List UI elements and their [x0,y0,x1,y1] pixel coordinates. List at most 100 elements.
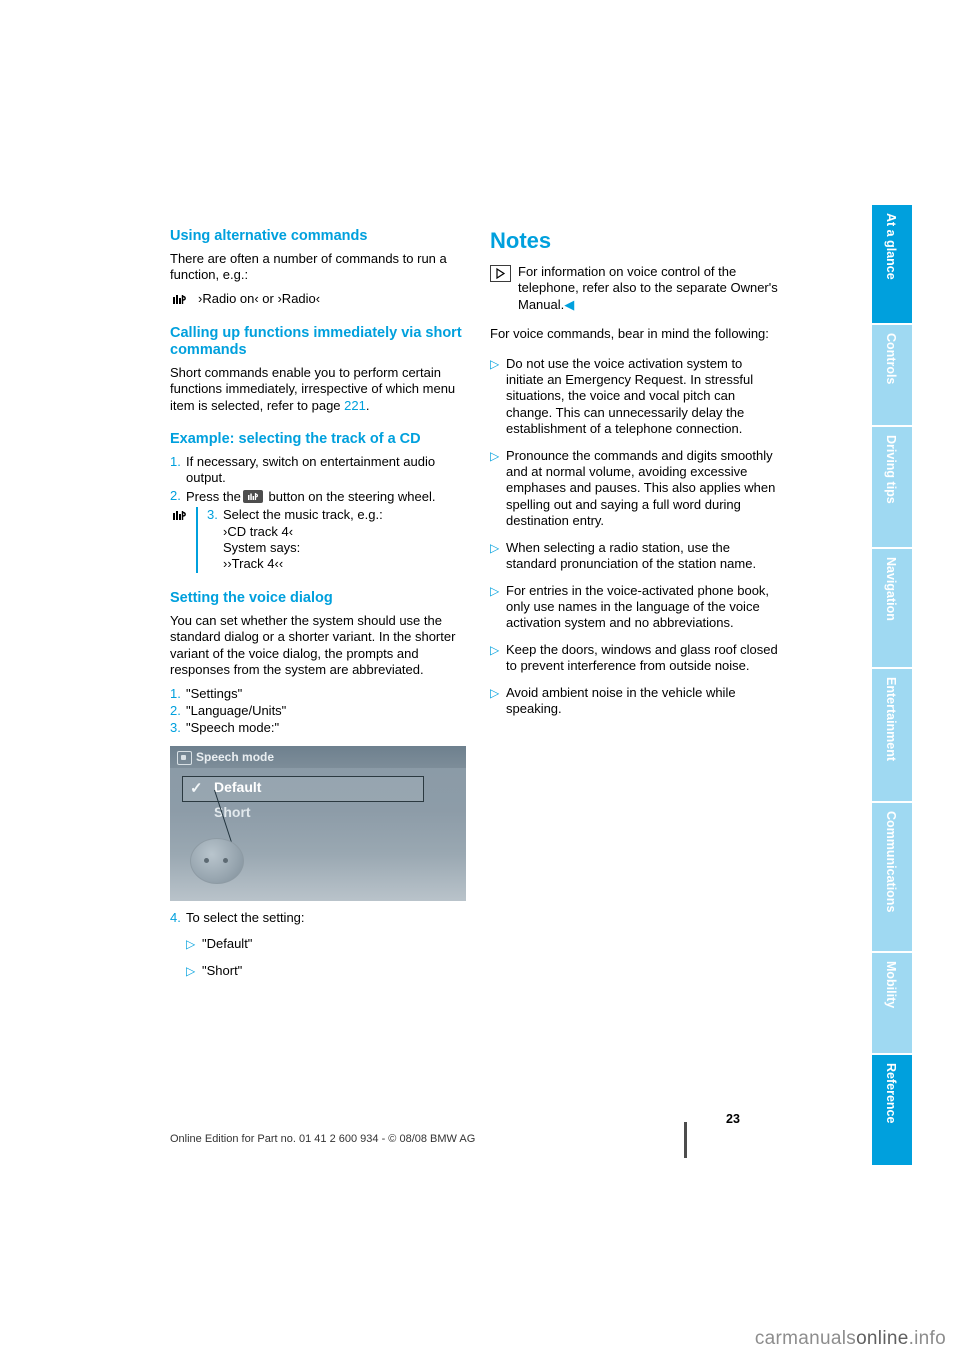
manual-page: At a glance Controls Driving tips Naviga… [0,0,960,1358]
chapter-tab-driving-tips[interactable]: Driving tips [872,427,912,547]
chapter-tab-label: Controls [884,333,898,385]
left-column: Using alternative commands There are oft… [170,228,466,980]
step-number: 3. [207,507,218,523]
screen-titlebar: Speech mode [170,745,466,768]
step-text: "Language/Units" [186,702,287,718]
chapter-tab-at-a-glance[interactable]: At a glance [872,205,912,323]
voice-command-icon [170,508,191,526]
step-text-before-icon: Press the [186,488,241,504]
note-bullet-1: ▷ Do not use the voice activation system… [490,356,782,438]
paragraph-voice-dialog: You can set whether the system should us… [170,612,456,678]
idrive-controller-knob [190,837,244,884]
step-number: 1. [170,685,181,701]
note-end-arrow-icon: ◀ [564,296,575,312]
watermark-part-2: online [856,1328,909,1349]
note-box-body: For information on voice control of the … [518,264,778,312]
heading-short-commands: Calling up functions immediately via sho… [170,324,462,358]
short-commands-text-1: Short commands enable you to perform cer… [170,364,456,413]
chapter-tab-mobility[interactable]: Mobility [872,953,912,1053]
alternative-command-text: ›Radio on‹ or ›Radio‹ [198,290,321,306]
heading-example-select-track: Example: selecting the track of a CD [170,431,421,448]
bullet-icon: ▷ [490,356,500,371]
alternative-command-example: ›Radio on‹ or ›Radio‹ [170,290,466,309]
step-text: If necessary, switch on entertainment au… [186,454,436,486]
chapter-tab-label: At a glance [884,213,898,280]
example-step-2: 2. Press the button on the steering whee… [170,488,466,505]
heading-setting-voice-dialog: Setting the voice dialog [170,589,333,606]
chapter-tab-navigation[interactable]: Navigation [872,549,912,667]
example-step-1: 1. If necessary, switch on entertainment… [170,454,466,487]
note-bullet-4: ▷ For entries in the voice-activated pho… [490,583,782,632]
bullet-text: Do not use the voice activation system t… [506,355,754,437]
bullet-icon: ▷ [490,642,500,657]
note-bullet-2: ▷ Pronounce the commands and digits smoo… [490,448,782,530]
step-text: Press the button on the steering wheel. [186,488,466,505]
dialog-step-2: 2. "Language/Units" [170,703,466,719]
screen-title: Speech mode [196,749,275,764]
step-text-after-icon: button on the steering wheel. [268,488,436,504]
chapter-tab-label: Mobility [884,961,898,1009]
page-reference-link[interactable]: 221 [344,398,366,413]
bullet-icon: ▷ [186,937,196,952]
step-number: 2. [170,487,181,503]
step-number: 1. [170,454,181,470]
chapter-tab-controls[interactable]: Controls [872,325,912,425]
screen-option-default: Default [214,778,262,795]
note-triangle-icon [490,265,511,282]
step-text: "Settings" [186,685,243,701]
voice-command-icon-wrap [170,507,196,573]
step-3-line-1: ›CD track 4‹ [223,523,294,539]
chapter-tab-communications[interactable]: Communications [872,803,912,951]
example-step-3-block: 3. Select the music track, e.g.: ›CD trac… [170,507,466,573]
dialog-step-4-option-short: ▷ "Short" [170,963,466,979]
option-text: "Short" [202,962,243,978]
chapter-tab-entertainment[interactable]: Entertainment [872,669,912,801]
watermark: carmanualsonline.info [755,1328,946,1350]
watermark-part-1: carmanuals [754,1328,857,1349]
bullet-text: When selecting a radio station, use the … [506,539,757,572]
bullet-text: Avoid ambient noise in the vehicle while… [506,684,736,716]
chapter-tab-label: Driving tips [884,435,898,504]
dialog-step-4-option-default: ▷ "Default" [170,936,466,952]
chapter-tab-rail: At a glance Controls Driving tips Naviga… [872,205,912,1165]
step-text: Select the music track, e.g.: [223,507,383,523]
chapter-tab-reference[interactable]: Reference [872,1055,912,1165]
step-3-line-2: System says: [223,540,301,556]
heading-using-alternative-commands: Using alternative commands [170,228,368,244]
step-number: 3. [170,720,181,736]
bullet-icon: ▷ [490,540,500,555]
step-text: "Speech mode:" [186,720,280,736]
paragraph-alternative-commands: There are often a number of commands to … [170,251,447,283]
note-bullet-6: ▷ Avoid ambient noise in the vehicle whi… [490,685,782,718]
step-number: 4. [170,909,181,925]
dialog-step-3: 3. "Speech mode:" [170,720,466,736]
voice-command-icon [170,291,191,309]
footer-text: Online Edition for Part no. 01 41 2 600 … [170,1133,476,1145]
chapter-tab-label: Reference [884,1063,898,1124]
example-step-3: 3. Select the music track, e.g.: ›CD trac… [207,507,466,573]
step-number: 2. [170,702,181,718]
watermark-part-3: .info [908,1328,946,1349]
page-number: 23 [726,1112,740,1126]
paragraph-short-commands: Short commands enable you to perform cer… [170,365,466,414]
screen-checkmark-icon: ✓ [190,779,203,797]
bullet-icon: ▷ [490,448,500,463]
speech-mode-icon [177,750,192,765]
bullet-text: Keep the doors, windows and glass roof c… [506,641,778,674]
option-text: "Default" [202,936,253,952]
note-bullet-5: ▷ Keep the doors, windows and glass roof… [490,642,782,675]
step-text: To select the setting: [186,909,305,925]
note-box-text: For information on voice control of the … [518,264,782,313]
indent-rule [196,507,198,573]
dialog-step-4: 4. To select the setting: [170,910,466,926]
step-3-line-3: ››Track 4‹‹ [223,556,284,572]
steering-wheel-voice-button-icon [242,489,263,503]
chapter-tab-label: Navigation [884,557,898,621]
bullet-text: Pronounce the commands and digits smooth… [506,447,776,529]
bullet-icon: ▷ [490,583,500,598]
note-bullet-3: ▷ When selecting a radio station, use th… [490,540,782,573]
chapter-tab-label: Entertainment [884,677,898,762]
dialog-step-1: 1. "Settings" [170,686,466,702]
note-box: For information on voice control of the … [490,264,782,313]
bullet-icon: ▷ [490,685,500,700]
